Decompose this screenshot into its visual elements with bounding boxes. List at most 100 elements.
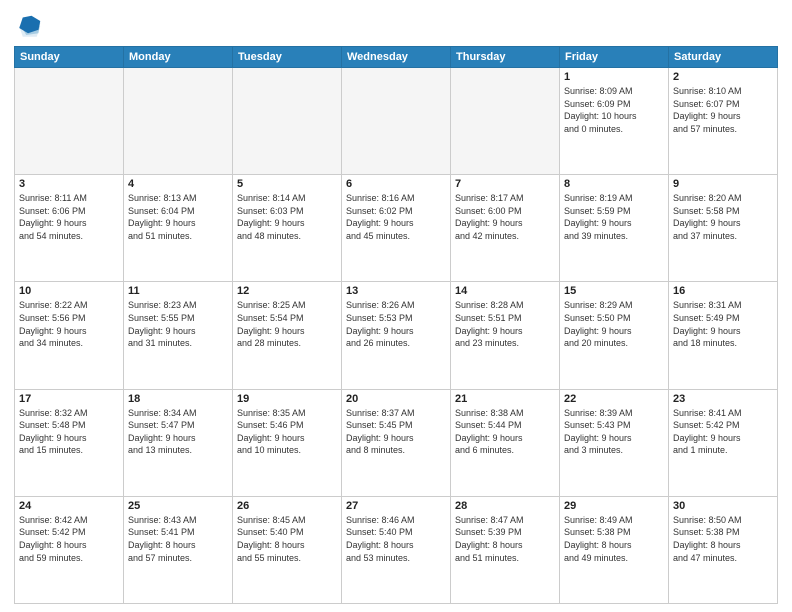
day-info: Sunrise: 8:13 AM Sunset: 6:04 PM Dayligh… <box>128 192 228 242</box>
calendar-header: SundayMondayTuesdayWednesdayThursdayFrid… <box>15 47 778 68</box>
day-info: Sunrise: 8:38 AM Sunset: 5:44 PM Dayligh… <box>455 407 555 457</box>
calendar-cell: 18 Sunrise: 8:34 AM Sunset: 5:47 PM Dayli… <box>124 389 233 496</box>
weekday-header: Thursday <box>451 47 560 68</box>
day-number: 24 <box>19 500 119 512</box>
day-info: Sunrise: 8:41 AM Sunset: 5:42 PM Dayligh… <box>673 407 773 457</box>
day-number: 11 <box>128 285 228 297</box>
day-info: Sunrise: 8:43 AM Sunset: 5:41 PM Dayligh… <box>128 514 228 564</box>
calendar-cell: 30Sunrise: 8:50 AM Sunset: 5:38 PM Dayli… <box>669 496 778 603</box>
logo <box>14 14 46 42</box>
day-number: 18 <box>128 393 228 405</box>
calendar-cell: 16Sunrise: 8:31 AM Sunset: 5:49 PM Dayli… <box>669 282 778 389</box>
calendar-cell: 27 Sunrise: 8:46 AM Sunset: 5:40 PM Dayli… <box>342 496 451 603</box>
day-number: 23 <box>673 393 773 405</box>
calendar-cell <box>451 68 560 175</box>
day-number: 4 <box>128 178 228 190</box>
day-number: 29 <box>564 500 664 512</box>
calendar-week-row: 1Sunrise: 8:09 AM Sunset: 6:09 PM Daylig… <box>15 68 778 175</box>
day-info: Sunrise: 8:17 AM Sunset: 6:00 PM Dayligh… <box>455 192 555 242</box>
calendar-week-row: 10Sunrise: 8:22 AM Sunset: 5:56 PM Dayli… <box>15 282 778 389</box>
day-info: Sunrise: 8:14 AM Sunset: 6:03 PM Dayligh… <box>237 192 337 242</box>
day-info: Sunrise: 8:16 AM Sunset: 6:02 PM Dayligh… <box>346 192 446 242</box>
day-number: 27 <box>346 500 446 512</box>
calendar-week-row: 24 Sunrise: 8:42 AM Sunset: 5:42 PM Dayli… <box>15 496 778 603</box>
calendar-cell: 24 Sunrise: 8:42 AM Sunset: 5:42 PM Dayli… <box>15 496 124 603</box>
calendar-cell: 8Sunrise: 8:19 AM Sunset: 5:59 PM Daylig… <box>560 175 669 282</box>
day-number: 21 <box>455 393 555 405</box>
day-number: 10 <box>19 285 119 297</box>
day-info: Sunrise: 8:42 AM Sunset: 5:42 PM Dayligh… <box>19 514 119 564</box>
day-info: Sunrise: 8:34 AM Sunset: 5:47 PM Dayligh… <box>128 407 228 457</box>
day-info: Sunrise: 8:10 AM Sunset: 6:07 PM Dayligh… <box>673 85 773 135</box>
calendar-cell: 23 Sunrise: 8:41 AM Sunset: 5:42 PM Dayli… <box>669 389 778 496</box>
day-number: 14 <box>455 285 555 297</box>
calendar-cell: 4 Sunrise: 8:13 AM Sunset: 6:04 PM Daylig… <box>124 175 233 282</box>
calendar-week-row: 17 Sunrise: 8:32 AM Sunset: 5:48 PM Dayli… <box>15 389 778 496</box>
day-info: Sunrise: 8:25 AM Sunset: 5:54 PM Dayligh… <box>237 299 337 349</box>
day-info: Sunrise: 8:35 AM Sunset: 5:46 PM Dayligh… <box>237 407 337 457</box>
calendar-table: SundayMondayTuesdayWednesdayThursdayFrid… <box>14 46 778 604</box>
calendar-cell <box>233 68 342 175</box>
calendar-cell: 2 Sunrise: 8:10 AM Sunset: 6:07 PM Daylig… <box>669 68 778 175</box>
day-number: 2 <box>673 71 773 83</box>
day-number: 28 <box>455 500 555 512</box>
weekday-header: Sunday <box>15 47 124 68</box>
calendar-cell: 22 Sunrise: 8:39 AM Sunset: 5:43 PM Dayli… <box>560 389 669 496</box>
calendar-cell: 6 Sunrise: 8:16 AM Sunset: 6:02 PM Daylig… <box>342 175 451 282</box>
day-info: Sunrise: 8:39 AM Sunset: 5:43 PM Dayligh… <box>564 407 664 457</box>
day-number: 15 <box>564 285 664 297</box>
day-info: Sunrise: 8:47 AM Sunset: 5:39 PM Dayligh… <box>455 514 555 564</box>
calendar-cell: 11 Sunrise: 8:23 AM Sunset: 5:55 PM Dayli… <box>124 282 233 389</box>
day-info: Sunrise: 8:26 AM Sunset: 5:53 PM Dayligh… <box>346 299 446 349</box>
calendar-cell: 19 Sunrise: 8:35 AM Sunset: 5:46 PM Dayli… <box>233 389 342 496</box>
calendar-cell: 26Sunrise: 8:45 AM Sunset: 5:40 PM Dayli… <box>233 496 342 603</box>
day-info: Sunrise: 8:50 AM Sunset: 5:38 PM Dayligh… <box>673 514 773 564</box>
day-info: Sunrise: 8:11 AM Sunset: 6:06 PM Dayligh… <box>19 192 119 242</box>
day-info: Sunrise: 8:45 AM Sunset: 5:40 PM Dayligh… <box>237 514 337 564</box>
day-info: Sunrise: 8:29 AM Sunset: 5:50 PM Dayligh… <box>564 299 664 349</box>
header <box>14 10 778 42</box>
day-info: Sunrise: 8:49 AM Sunset: 5:38 PM Dayligh… <box>564 514 664 564</box>
day-info: Sunrise: 8:09 AM Sunset: 6:09 PM Dayligh… <box>564 85 664 135</box>
weekday-row: SundayMondayTuesdayWednesdayThursdayFrid… <box>15 47 778 68</box>
day-number: 3 <box>19 178 119 190</box>
calendar-cell: 5Sunrise: 8:14 AM Sunset: 6:03 PM Daylig… <box>233 175 342 282</box>
calendar-cell: 15 Sunrise: 8:29 AM Sunset: 5:50 PM Dayli… <box>560 282 669 389</box>
day-info: Sunrise: 8:20 AM Sunset: 5:58 PM Dayligh… <box>673 192 773 242</box>
calendar-week-row: 3 Sunrise: 8:11 AM Sunset: 6:06 PM Daylig… <box>15 175 778 282</box>
calendar-cell <box>124 68 233 175</box>
calendar-cell: 21 Sunrise: 8:38 AM Sunset: 5:44 PM Dayli… <box>451 389 560 496</box>
day-number: 8 <box>564 178 664 190</box>
day-number: 13 <box>346 285 446 297</box>
day-info: Sunrise: 8:31 AM Sunset: 5:49 PM Dayligh… <box>673 299 773 349</box>
day-info: Sunrise: 8:32 AM Sunset: 5:48 PM Dayligh… <box>19 407 119 457</box>
day-number: 17 <box>19 393 119 405</box>
calendar-cell: 13 Sunrise: 8:26 AM Sunset: 5:53 PM Dayli… <box>342 282 451 389</box>
calendar-cell: 1Sunrise: 8:09 AM Sunset: 6:09 PM Daylig… <box>560 68 669 175</box>
weekday-header: Wednesday <box>342 47 451 68</box>
calendar-cell: 12 Sunrise: 8:25 AM Sunset: 5:54 PM Dayli… <box>233 282 342 389</box>
calendar-cell <box>342 68 451 175</box>
calendar-cell: 20Sunrise: 8:37 AM Sunset: 5:45 PM Dayli… <box>342 389 451 496</box>
day-number: 25 <box>128 500 228 512</box>
calendar-cell: 29 Sunrise: 8:49 AM Sunset: 5:38 PM Dayli… <box>560 496 669 603</box>
day-info: Sunrise: 8:46 AM Sunset: 5:40 PM Dayligh… <box>346 514 446 564</box>
day-info: Sunrise: 8:28 AM Sunset: 5:51 PM Dayligh… <box>455 299 555 349</box>
calendar-cell: 17 Sunrise: 8:32 AM Sunset: 5:48 PM Dayli… <box>15 389 124 496</box>
day-number: 19 <box>237 393 337 405</box>
calendar-cell <box>15 68 124 175</box>
calendar-cell: 28 Sunrise: 8:47 AM Sunset: 5:39 PM Dayli… <box>451 496 560 603</box>
weekday-header: Tuesday <box>233 47 342 68</box>
page: SundayMondayTuesdayWednesdayThursdayFrid… <box>0 0 792 612</box>
day-number: 22 <box>564 393 664 405</box>
calendar-cell: 3 Sunrise: 8:11 AM Sunset: 6:06 PM Daylig… <box>15 175 124 282</box>
calendar-cell: 14 Sunrise: 8:28 AM Sunset: 5:51 PM Dayli… <box>451 282 560 389</box>
calendar-cell: 7Sunrise: 8:17 AM Sunset: 6:00 PM Daylig… <box>451 175 560 282</box>
calendar-cell: 10Sunrise: 8:22 AM Sunset: 5:56 PM Dayli… <box>15 282 124 389</box>
day-info: Sunrise: 8:23 AM Sunset: 5:55 PM Dayligh… <box>128 299 228 349</box>
day-number: 12 <box>237 285 337 297</box>
weekday-header: Saturday <box>669 47 778 68</box>
weekday-header: Monday <box>124 47 233 68</box>
day-number: 6 <box>346 178 446 190</box>
calendar-cell: 25 Sunrise: 8:43 AM Sunset: 5:41 PM Dayli… <box>124 496 233 603</box>
